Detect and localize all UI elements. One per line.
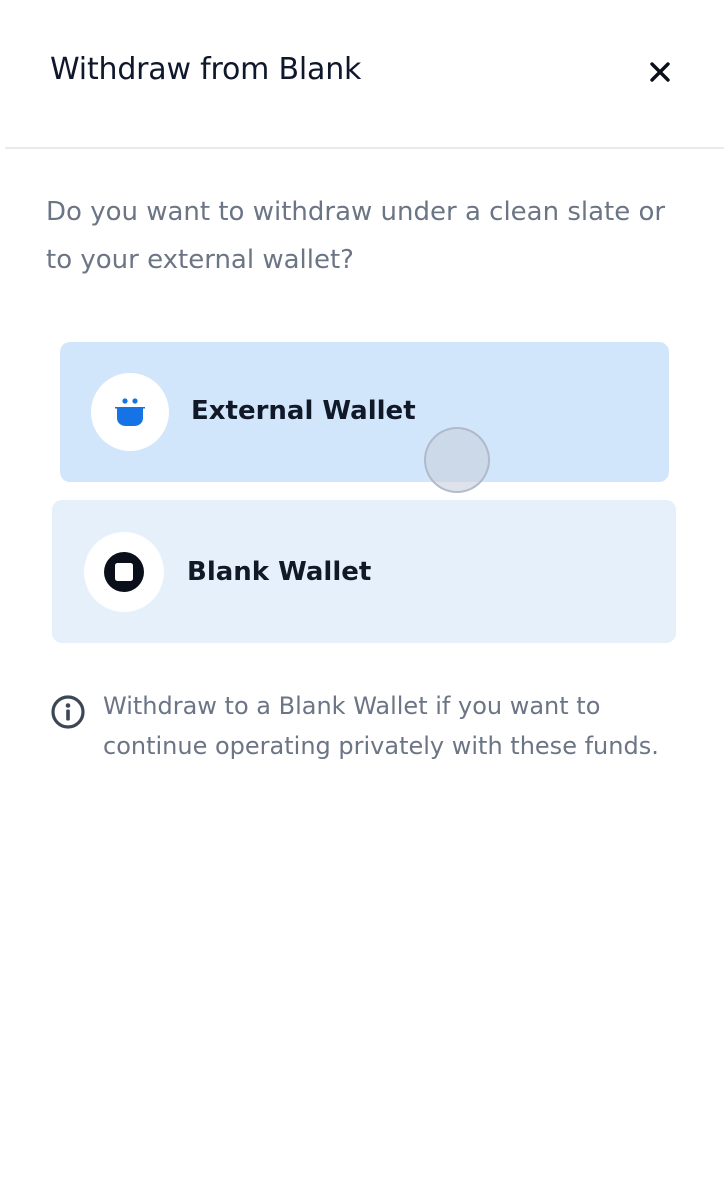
modal-title: Withdraw from Blank	[50, 52, 362, 87]
external-wallet-label: External Wallet	[191, 396, 416, 426]
close-button[interactable]	[640, 52, 680, 92]
modal-header: Withdraw from Blank	[0, 0, 724, 148]
withdraw-question: Do you want to withdraw under a clean sl…	[46, 197, 666, 275]
info-text: Withdraw to a Blank Wallet if you want t…	[103, 692, 659, 760]
header-divider	[5, 147, 724, 149]
withdraw-modal: Withdraw from Blank Do you want to withd…	[0, 0, 724, 1200]
blank-wallet-label: Blank Wallet	[187, 557, 372, 587]
close-icon	[650, 62, 670, 82]
external-wallet-icon-circle	[91, 373, 169, 451]
option-blank-wallet[interactable]: Blank Wallet	[52, 500, 676, 643]
blank-logo-icon	[104, 552, 144, 592]
info-icon	[51, 695, 85, 729]
wallet-icon	[115, 398, 145, 426]
option-external-wallet[interactable]: External Wallet	[60, 342, 669, 482]
blank-wallet-icon-circle	[84, 532, 164, 612]
